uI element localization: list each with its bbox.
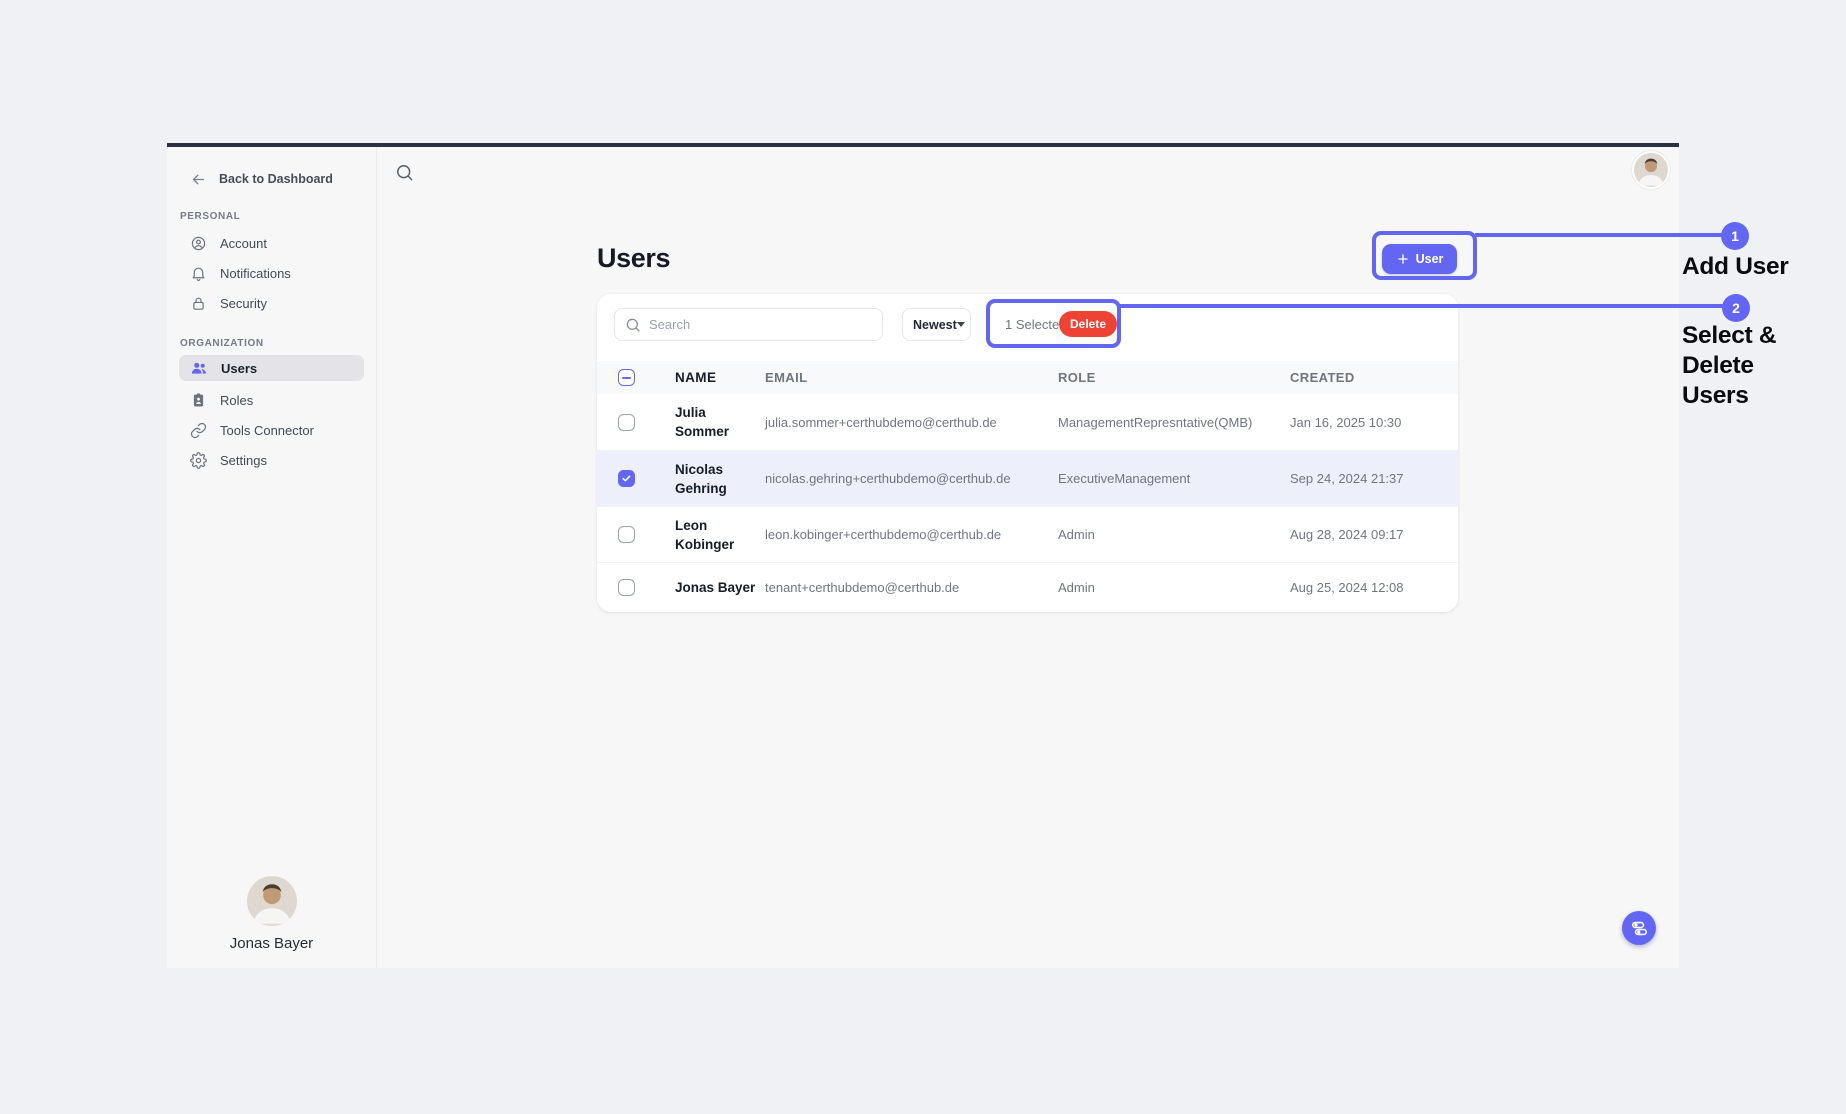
sidebar-item-label: Settings [220, 453, 267, 468]
cell-email: nicolas.gehring+certhubdemo@certhub.de [765, 471, 1058, 486]
bell-icon [190, 265, 207, 282]
cell-created: Aug 25, 2024 12:08 [1290, 580, 1458, 595]
lock-icon [190, 295, 207, 312]
toggle-sliders-icon [1630, 919, 1649, 938]
sidebar-item-label: Security [220, 296, 267, 311]
annotation-line-2 [1119, 304, 1723, 308]
sort-dropdown[interactable]: Newest [902, 308, 971, 341]
search-icon[interactable] [395, 163, 414, 182]
link-icon [190, 422, 207, 439]
annotation-box-add-user [1372, 231, 1477, 280]
main-area: Users User [377, 147, 1679, 968]
cell-name: Leon Kobinger [675, 516, 765, 554]
cell-email: tenant+certhubdemo@certhub.de [765, 580, 1058, 595]
topbar-avatar[interactable] [1632, 151, 1670, 189]
cell-name: Jonas Bayer [675, 578, 765, 597]
cell-role: Admin [1058, 527, 1290, 542]
section-label-organization: ORGANIZATION [180, 338, 376, 349]
sidebar-item-notifications[interactable]: Notifications [167, 258, 364, 288]
back-to-dashboard-link[interactable]: Back to Dashboard [190, 167, 376, 191]
page-header: Users User [597, 243, 1458, 273]
table-row[interactable]: Julia Sommer julia.sommer+certhubdemo@ce… [597, 394, 1458, 450]
profile-name: Jonas Bayer [230, 935, 313, 952]
sidebar-item-settings[interactable]: Settings [167, 445, 364, 475]
table-header-row: NAME EMAIL ROLE CREATED [597, 361, 1458, 394]
row-checkbox[interactable] [618, 470, 635, 487]
quick-settings-fab[interactable] [1622, 911, 1656, 945]
row-checkbox[interactable] [618, 526, 635, 543]
cell-name: Nicolas Gehring [675, 460, 765, 498]
annotation-box-select-delete [986, 299, 1121, 348]
sidebar-item-label: Roles [220, 393, 253, 408]
sidebar-item-tools-connector[interactable]: Tools Connector [167, 415, 364, 445]
column-header-name: NAME [675, 368, 765, 387]
back-to-dashboard-label: Back to Dashboard [219, 172, 333, 186]
sidebar-item-account[interactable]: Account [167, 228, 364, 258]
search-input[interactable] [649, 317, 872, 332]
back-arrow-icon [190, 171, 207, 188]
cell-role: ManagementRepresntative(QMB) [1058, 415, 1290, 430]
page-title: Users [597, 243, 1458, 274]
table-row[interactable]: Nicolas Gehring nicolas.gehring+certhubd… [597, 450, 1458, 506]
cell-role: Admin [1058, 580, 1290, 595]
table-row[interactable]: Jonas Bayer tenant+certhubdemo@certhub.d… [597, 562, 1458, 612]
column-header-email: EMAIL [765, 370, 1058, 385]
annotation-label-select-delete: Select & Delete Users [1682, 321, 1784, 411]
user-circle-icon [190, 235, 207, 252]
sidebar-item-label: Account [220, 236, 267, 251]
sort-value: Newest [913, 318, 957, 332]
annotation-step-2-badge: 2 [1722, 294, 1750, 322]
cell-created: Sep 24, 2024 21:37 [1290, 471, 1458, 486]
page: Back to Dashboard PERSONAL Account Notif… [0, 0, 1846, 1114]
sidebar-profile: Jonas Bayer [167, 876, 376, 952]
sidebar: Back to Dashboard PERSONAL Account Notif… [167, 147, 377, 968]
sidebar-item-security[interactable]: Security [167, 288, 364, 318]
cell-created: Jan 16, 2025 10:30 [1290, 415, 1458, 430]
sidebar-item-users[interactable]: Users [179, 355, 364, 381]
annotation-step-1-badge: 1 [1721, 222, 1749, 250]
search-field [614, 308, 883, 341]
cell-name: Julia Sommer [675, 403, 765, 441]
annotation-label-add-user: Add User [1682, 252, 1789, 282]
profile-avatar[interactable] [247, 876, 297, 926]
search-icon [625, 317, 641, 333]
sidebar-item-roles[interactable]: Roles [167, 385, 364, 415]
table-row[interactable]: Leon Kobinger leon.kobinger+certhubdemo@… [597, 506, 1458, 562]
cell-email: julia.sommer+certhubdemo@certhub.de [765, 415, 1058, 430]
select-all-checkbox[interactable] [618, 369, 635, 386]
column-header-role: ROLE [1058, 370, 1290, 385]
cell-email: leon.kobinger+certhubdemo@certhub.de [765, 527, 1058, 542]
sidebar-item-label: Users [221, 361, 257, 376]
cell-role: ExecutiveManagement [1058, 471, 1290, 486]
sidebar-item-label: Notifications [220, 266, 291, 281]
people-icon [190, 359, 208, 377]
row-checkbox[interactable] [618, 414, 635, 431]
chevron-down-icon [957, 322, 965, 327]
row-checkbox[interactable] [618, 579, 635, 596]
column-header-created: CREATED [1290, 370, 1458, 385]
section-label-personal: PERSONAL [180, 211, 376, 222]
sidebar-item-label: Tools Connector [220, 423, 314, 438]
gear-icon [190, 452, 207, 469]
id-badge-icon [190, 392, 207, 409]
annotation-line-1 [1475, 233, 1723, 237]
check-icon [621, 473, 632, 484]
cell-created: Aug 28, 2024 09:17 [1290, 527, 1458, 542]
